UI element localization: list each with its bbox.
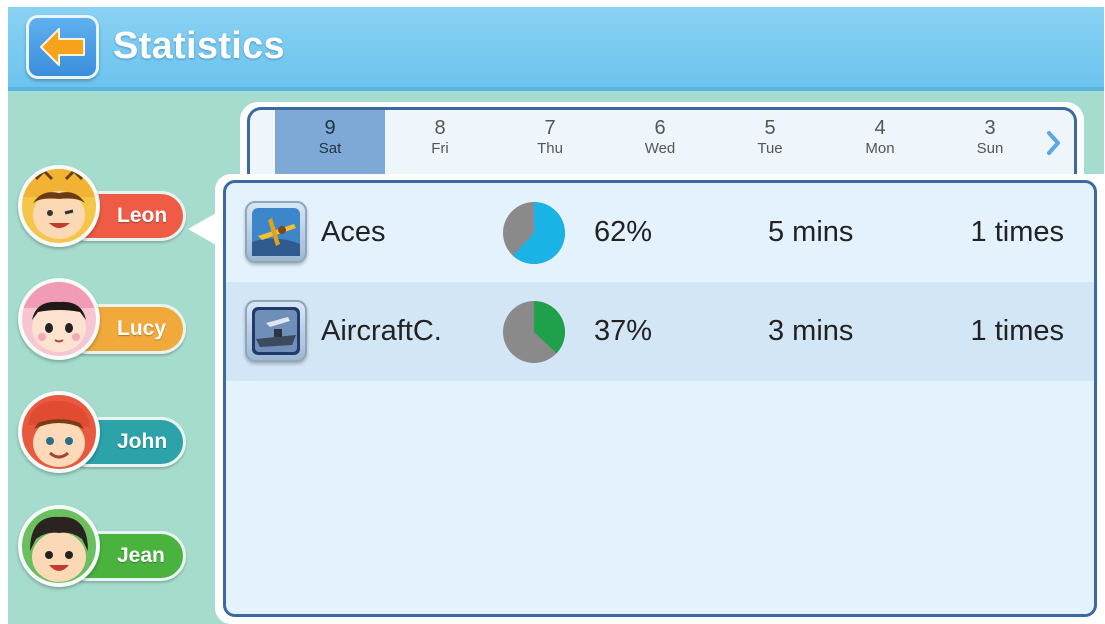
date-number: 9 (324, 117, 336, 139)
avatar (18, 278, 100, 360)
date-number: 4 (874, 117, 886, 139)
user-leon[interactable]: Leon (18, 165, 188, 251)
chevron-right-icon[interactable] (1046, 130, 1062, 156)
avatar (18, 505, 100, 587)
date-cell-sat[interactable]: 9 Sat (275, 110, 385, 178)
date-cell-sun[interactable]: 3 Sun (935, 110, 1045, 178)
date-weekday: Fri (431, 140, 449, 157)
date-weekday: Tue (757, 140, 783, 157)
date-number: 3 (984, 117, 996, 139)
date-weekday: Wed (644, 140, 676, 157)
date-number: 8 (434, 117, 446, 139)
date-weekday: Mon (865, 140, 895, 157)
app-row[interactable]: Aces 62% 5 mins 1 times (226, 183, 1094, 282)
statistics-screen: Statistics 9 Sat 8 Fri 7 Thu 6 Wed 5 Tue… (8, 7, 1104, 624)
app-name: AircraftC. (321, 315, 442, 347)
date-weekday: Thu (537, 140, 563, 157)
page-title: Statistics (113, 25, 285, 67)
usage-pie-chart (503, 202, 565, 264)
app-row[interactable]: AircraftC. 37% 3 mins 1 times (226, 282, 1094, 381)
date-number: 6 (654, 117, 666, 139)
usage-pie-chart (503, 301, 566, 363)
user-john[interactable]: John (18, 391, 188, 477)
usage-count: 1 times (970, 315, 1064, 347)
stats-panel: Aces 62% 5 mins 1 times AircraftC. 37% 3… (215, 174, 1104, 624)
selected-user-pointer (188, 213, 216, 245)
avatar (18, 391, 100, 473)
arrow-left-icon (40, 28, 85, 66)
user-jean[interactable]: Jean (18, 505, 188, 591)
date-cell-tue[interactable]: 5 Tue (715, 110, 825, 178)
app-usage-list: Aces 62% 5 mins 1 times AircraftC. 37% 3… (223, 180, 1097, 617)
user-lucy[interactable]: Lucy (18, 278, 188, 364)
usage-percent: 62% (594, 216, 653, 248)
plane-game-icon (245, 201, 307, 263)
header-bar: Statistics (8, 7, 1104, 91)
date-number: 7 (544, 117, 556, 139)
usage-count: 1 times (970, 216, 1064, 248)
date-cell-thu[interactable]: 7 Thu (495, 110, 605, 178)
usage-percent: 37% (594, 315, 653, 347)
date-cell-fri[interactable]: 8 Fri (385, 110, 495, 178)
date-weekday: Sun (976, 140, 1004, 157)
app-name: Aces (321, 216, 386, 248)
usage-duration: 3 mins (768, 315, 854, 347)
back-button[interactable] (26, 15, 99, 79)
date-cell-wed[interactable]: 6 Wed (605, 110, 715, 178)
date-weekday: Sat (318, 140, 342, 157)
date-selector: 9 Sat 8 Fri 7 Thu 6 Wed 5 Tue 4 Mon 3 Su… (240, 102, 1084, 178)
date-cell-mon[interactable]: 4 Mon (825, 110, 935, 178)
date-number: 5 (764, 117, 776, 139)
aircraft-carrier-game-icon (245, 300, 307, 362)
avatar (18, 165, 100, 247)
usage-duration: 5 mins (768, 216, 854, 248)
